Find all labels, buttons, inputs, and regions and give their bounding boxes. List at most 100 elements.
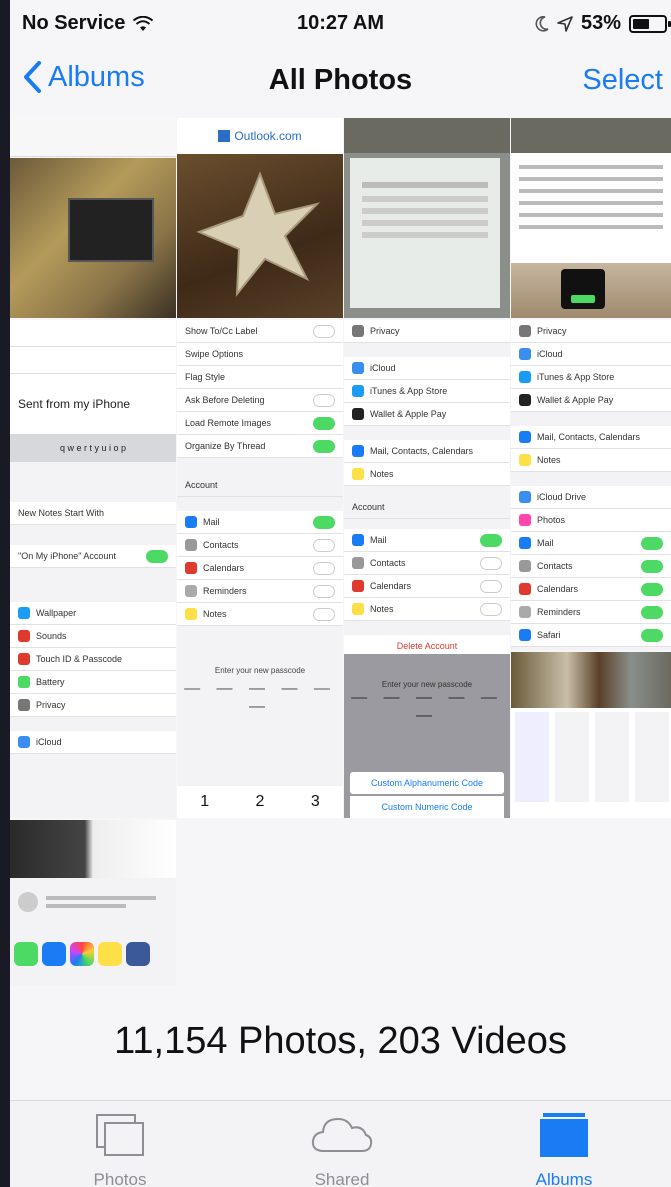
toggle-on [313,439,335,453]
passcode-prompt: Enter your new passcode [214,666,306,675]
toggle-on [641,628,663,642]
settings-row-icon [18,630,30,642]
status-right: 53% [535,12,671,35]
toggle-on [313,416,335,430]
keyboard-row: q w e r t y u i o p [10,434,176,462]
tab-albums[interactable]: Albums [484,1111,644,1187]
settings-row-label: Reminders [203,586,247,596]
settings-row-icon [352,557,364,569]
passcode-prompt: Enter your new passcode [381,680,473,689]
photo-top [344,118,510,153]
settings-row: Photos [511,509,671,532]
settings-row-label: Notes [537,455,561,465]
settings-list: Mail, Contacts, Calendars Notes [511,426,671,472]
media-count: 11,154 Photos, 203 Videos [114,1020,567,1062]
settings-row-label: Ask Before Deleting [185,395,265,405]
toggle-on [641,582,663,596]
battery-fill [633,18,649,29]
tab-shared[interactable]: Shared [262,1111,422,1187]
back-to-albums-button[interactable]: Albums [22,60,145,94]
photo-thumbnail[interactable]: Outlook.com [177,118,343,318]
moon-icon [535,15,549,32]
settings-row-icon [519,491,531,503]
settings-row: Sounds [10,625,176,648]
settings-row-label: Contacts [370,558,406,568]
settings-row-icon [352,468,364,480]
settings-row-icon [18,676,30,688]
hands-photo [511,263,671,318]
new-notes-row: New Notes Start With [10,502,176,525]
settings-row-icon [352,603,364,615]
photo-thumbnail[interactable]: Sent from my iPhone q w e r t y u i o p … [10,320,176,818]
outlook-header: Outlook.com [177,118,343,154]
settings-row-label: Mail, Contacts, Calendars [537,432,641,442]
outlook-icon [218,130,231,142]
settings-row: Notes [511,449,671,472]
settings-row: Mail, Contacts, Calendars [344,440,510,463]
settings-row-label: Organize By Thread [185,441,266,451]
facebook-icon [126,942,150,966]
settings-row-icon [519,629,531,641]
select-button[interactable]: Select [582,64,663,97]
settings-row-label: Touch ID & Passcode [36,654,123,664]
settings-row-label: Mail [537,538,554,548]
navigation-bar: Albums All Photos Select [10,48,671,116]
settings-row: Contacts [511,555,671,578]
account-label: Account [352,502,385,512]
settings-row-icon [185,516,197,528]
photo-thumbnail[interactable]: Privacy iCloud iTunes & App Store Wallet &… [344,320,510,818]
notes-icon [98,942,122,966]
settings-row: Mail [344,529,510,552]
cloud-icon [311,1117,373,1152]
delete-account-label: Delete Account [396,641,458,651]
photo-thumbnail[interactable] [511,118,671,318]
settings-row-label: Contacts [537,561,573,571]
on-my-iphone-label: "On My iPhone" Account [18,551,116,561]
settings-row-icon [519,325,531,337]
share-app-row [14,942,150,966]
phone-in-hand [561,269,605,309]
location-arrow-icon [557,15,573,32]
settings-row-label: Calendars [537,584,579,594]
photo-thumbnail[interactable] [511,652,671,818]
laptop-screen [350,158,500,308]
chevron-left-icon [24,61,41,93]
settings-row: Notes [344,598,510,621]
settings-row: iTunes & App Store [511,366,671,389]
settings-row-label: Notes [203,609,227,619]
tab-photos[interactable]: Photos [40,1111,200,1187]
photo-thumbnail[interactable]: Show To/Cc Label Swipe Options Flag Style A… [177,320,343,818]
settings-row: Wallet & Apple Pay [344,403,510,426]
settings-row: Flag Style [177,366,343,389]
photo-thumbnail[interactable] [10,118,176,318]
settings-row: Ask Before Deleting [177,389,343,412]
settings-row-icon [18,699,30,711]
icloud-row: iCloud [10,731,176,754]
settings-row-label: Reminders [537,607,581,617]
settings-row: Mail [511,532,671,555]
albums-icon [540,1113,588,1157]
photo-thumbnail[interactable] [344,118,510,318]
settings-row-icon [185,608,197,620]
settings-row-icon [519,348,531,360]
settings-row-icon [18,653,30,665]
settings-row-label: Calendars [203,563,245,573]
sent-from-iphone: Sent from my iPhone [10,374,176,434]
photo-thumbnail[interactable] [10,820,176,986]
settings-row: Safari [511,624,671,647]
toggle-off [313,561,335,575]
toggle-on [480,533,502,547]
settings-row: Calendars [511,578,671,601]
settings-list: Wallpaper Sounds Touch ID & Passcode Batter… [10,602,176,717]
key-2: 2 [255,793,265,810]
settings-row-icon [519,537,531,549]
settings-row: Wallet & Apple Pay [511,389,671,412]
toggle-on [313,515,335,529]
settings-row-icon [18,607,30,619]
keypad-row: 1 2 3 [177,786,343,818]
mail-settings-list: Show To/Cc Label Swipe Options Flag Style A… [177,320,343,458]
settings-row-label: Calendars [370,581,412,591]
photo-thumbnail[interactable]: Privacy iCloud iTunes & App Store Wallet & … [511,320,671,650]
settings-row: Organize By Thread [177,435,343,458]
settings-row-label: iCloud [537,349,563,359]
